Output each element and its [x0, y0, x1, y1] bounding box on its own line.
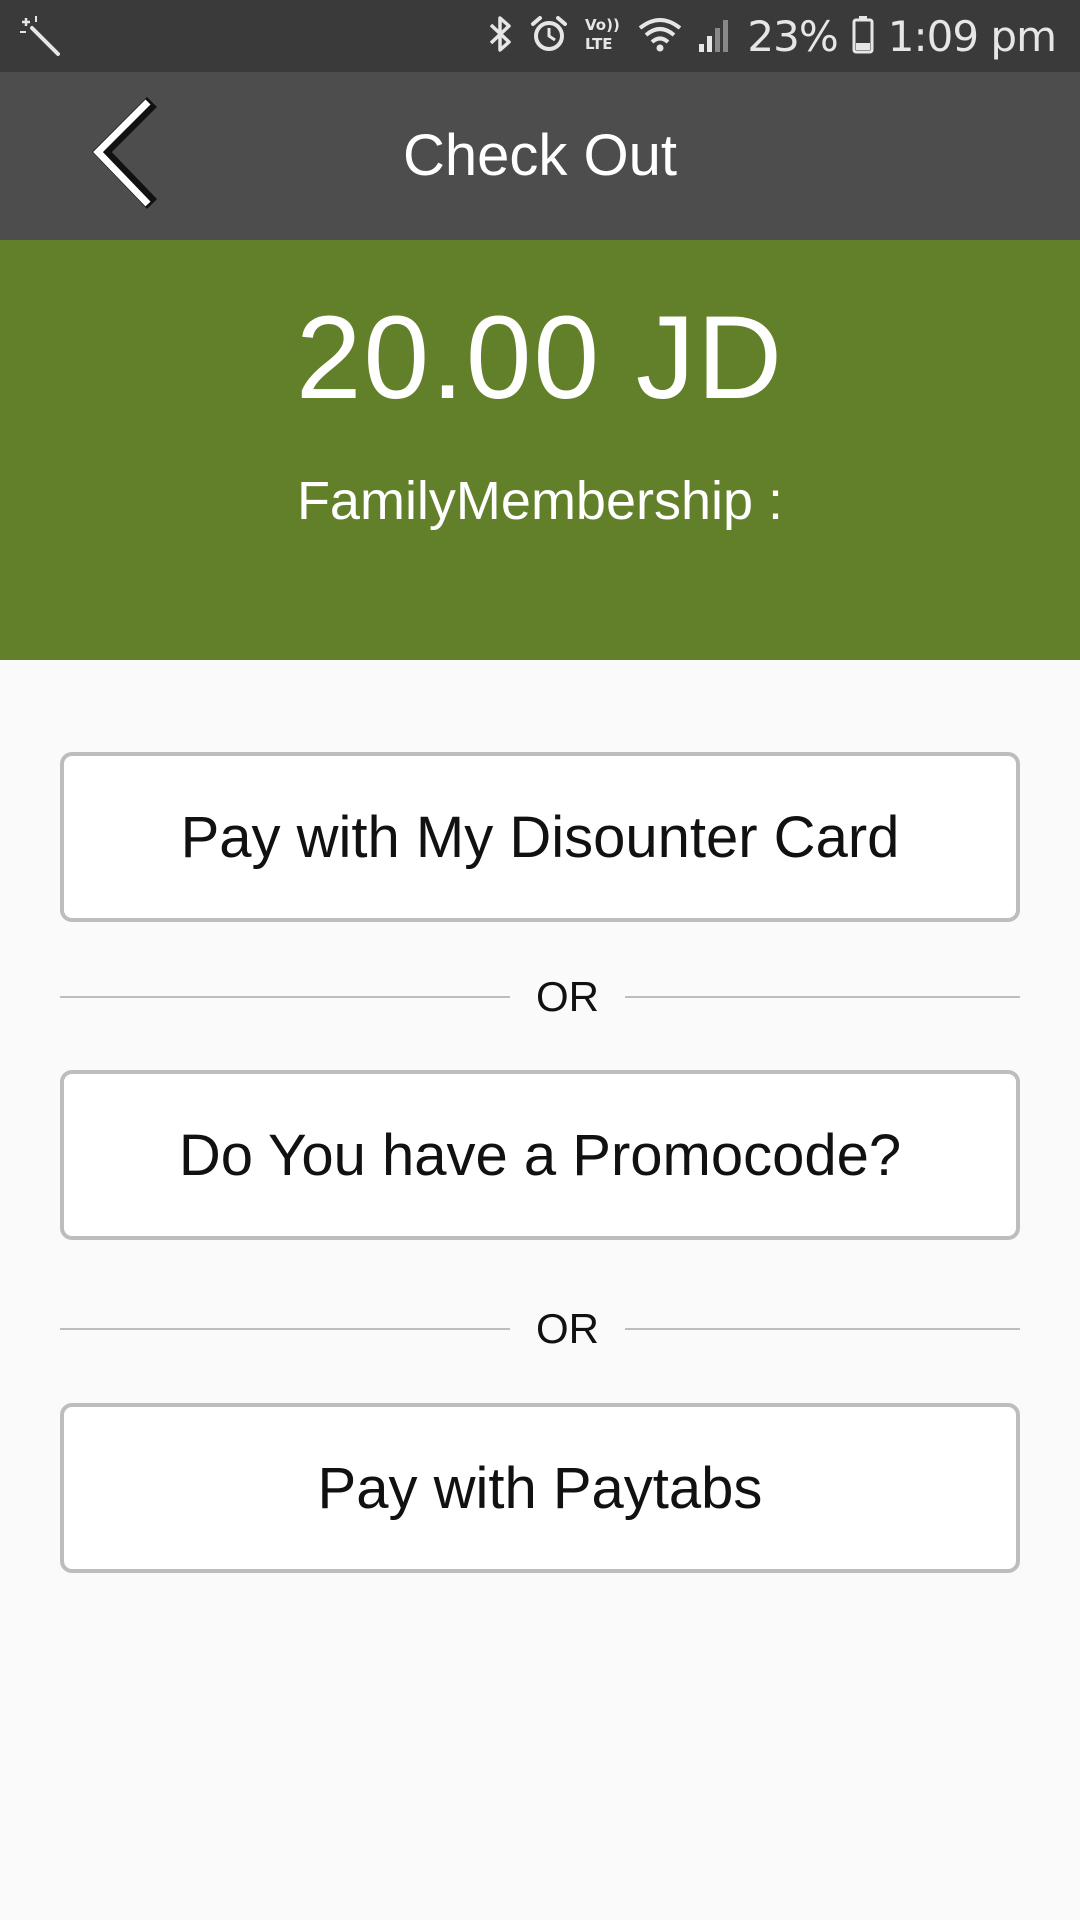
back-button[interactable] — [78, 96, 178, 216]
clock: 1:09 pm — [887, 11, 1057, 61]
signal-icon — [697, 14, 733, 59]
promocode-button[interactable]: Do You have a Promocode? — [60, 1070, 1020, 1240]
bluetooth-icon — [487, 14, 515, 59]
or-divider-1: OR — [60, 967, 1020, 1027]
pay-discounter-card-button[interactable]: Pay with My Disounter Card — [60, 752, 1020, 922]
status-bar: Vo)) LTE 23% 1:09 pm — [0, 0, 1080, 72]
membership-label: FamilyMembership : — [296, 471, 784, 531]
or-label: OR — [536, 1305, 599, 1352]
svg-text:LTE: LTE — [585, 35, 613, 53]
wifi-icon — [637, 14, 683, 59]
divider-line — [625, 1328, 1020, 1330]
checkout-screen: Vo)) LTE 23% 1:09 pm Check Out 20.00 JD … — [0, 0, 1080, 1920]
pay-paytabs-button[interactable]: Pay with Paytabs — [60, 1403, 1020, 1573]
divider-line — [60, 996, 510, 998]
svg-text:Vo)): Vo)) — [585, 16, 620, 34]
battery-percent: 23% — [747, 11, 838, 61]
or-label: OR — [536, 973, 599, 1020]
status-icons: Vo)) LTE 23% 1:09 pm — [487, 0, 1057, 72]
chevron-left-icon — [88, 94, 168, 219]
magic-wand-icon — [18, 14, 62, 58]
order-summary: 20.00 JD FamilyMembership : — [0, 240, 1080, 660]
battery-icon — [852, 14, 874, 59]
divider-line — [60, 1328, 510, 1330]
divider-line — [625, 996, 1020, 998]
alarm-icon — [529, 14, 569, 59]
app-bar: Check Out — [0, 72, 1080, 240]
volte-icon: Vo)) LTE — [583, 14, 623, 59]
amount: 20.00 JD — [295, 292, 785, 424]
or-divider-2: OR — [60, 1299, 1020, 1359]
